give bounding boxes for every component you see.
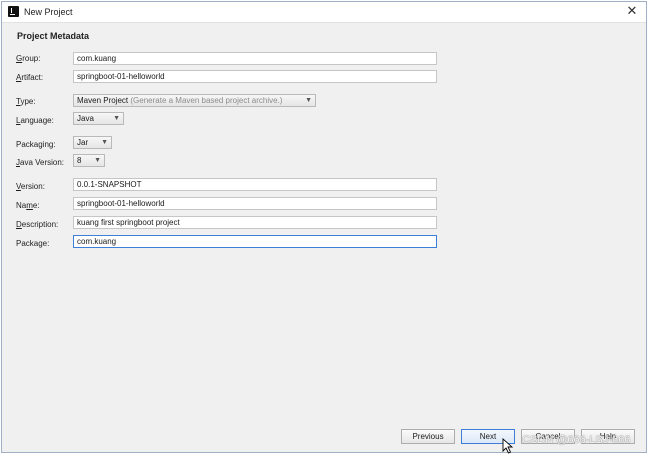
previous-button[interactable]: Previous xyxy=(401,429,455,444)
name-input[interactable] xyxy=(73,197,437,210)
language-label: Language: xyxy=(16,116,54,125)
type-label: Type: xyxy=(16,97,36,106)
title-bar: New Project ✕ xyxy=(2,2,646,23)
language-value: Java xyxy=(77,114,94,123)
next-button[interactable]: Next xyxy=(461,429,515,444)
java-version-select[interactable]: 8 ▼ xyxy=(73,154,105,167)
group-label: Group: xyxy=(16,54,41,63)
section-title: Project Metadata xyxy=(17,31,90,41)
name-label: Name: xyxy=(16,201,40,210)
chevron-down-icon: ▼ xyxy=(101,139,108,146)
intellij-icon xyxy=(8,6,19,17)
version-input[interactable] xyxy=(73,178,437,191)
description-input[interactable] xyxy=(73,216,437,229)
chevron-down-icon: ▼ xyxy=(305,97,312,104)
artifact-input[interactable] xyxy=(73,70,437,83)
chevron-down-icon: ▼ xyxy=(94,157,101,164)
version-label: Version: xyxy=(16,182,45,191)
cancel-button[interactable]: Cancel xyxy=(521,429,575,444)
group-input[interactable] xyxy=(73,52,437,65)
language-select[interactable]: Java ▼ xyxy=(73,112,124,125)
type-value: Maven Project xyxy=(77,96,129,105)
package-label: Package: xyxy=(16,239,50,248)
help-button[interactable]: Help xyxy=(581,429,635,444)
java-version-value: 8 xyxy=(77,156,82,165)
window-title: New Project xyxy=(24,7,73,17)
description-label: Description: xyxy=(16,220,59,229)
type-hint: (Generate a Maven based project archive.… xyxy=(130,96,283,105)
packaging-select[interactable]: Jar ▼ xyxy=(73,136,112,149)
package-input[interactable] xyxy=(73,235,437,248)
close-icon[interactable]: ✕ xyxy=(626,4,638,17)
type-select[interactable]: Maven Project (Generate a Maven based pr… xyxy=(73,94,316,107)
java-version-label: Java Version: xyxy=(16,158,65,167)
packaging-label: Packaging: xyxy=(16,140,56,149)
packaging-value: Jar xyxy=(77,138,89,147)
chevron-down-icon: ▼ xyxy=(113,115,120,122)
artifact-label: Artifact: xyxy=(16,73,44,82)
